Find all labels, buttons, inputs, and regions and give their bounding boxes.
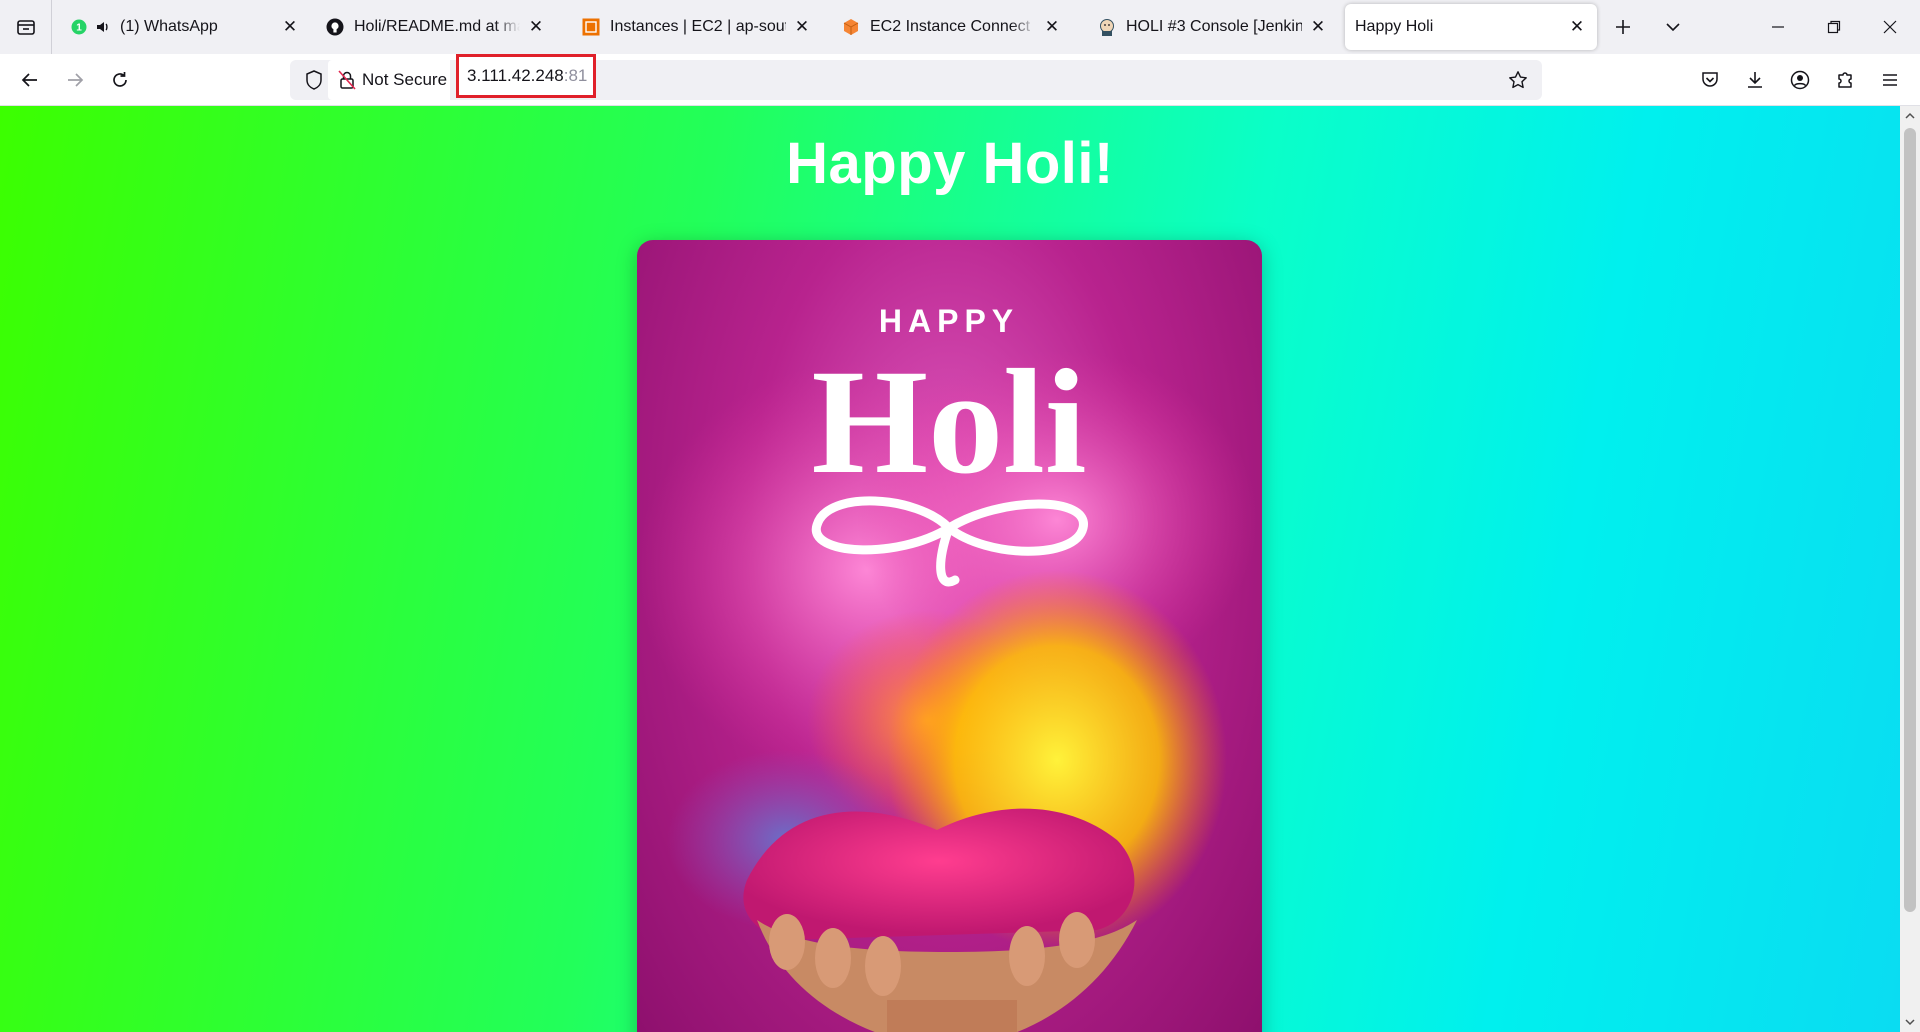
tab-title: HOLI #3 Console [Jenkins] (1126, 18, 1302, 35)
firefox-view-icon (16, 20, 35, 35)
new-tab-button[interactable] (1606, 10, 1640, 44)
app-menu-button[interactable] (1872, 62, 1908, 98)
chevron-down-icon (1666, 23, 1680, 32)
not-secure-label: Not Secure (362, 70, 448, 89)
close-tab-icon[interactable]: ✕ (1308, 17, 1328, 37)
card-happy-text: HAPPY (879, 303, 1019, 339)
page-heading: Happy Holi! (786, 131, 1114, 196)
arrow-left-icon (21, 73, 37, 87)
shield-icon (306, 70, 322, 90)
speaker-icon[interactable] (94, 18, 112, 36)
firefox-view-button[interactable] (0, 0, 52, 54)
extensions-button[interactable] (1827, 62, 1863, 98)
card-holi-text: Holi (811, 339, 1086, 505)
close-tab-icon[interactable]: ✕ (526, 17, 546, 37)
bookmark-star-button[interactable] (1502, 64, 1534, 96)
tab-jenkins-console[interactable]: HOLI #3 Console [Jenkins] ✕ (1088, 4, 1338, 50)
pocket-button[interactable] (1692, 62, 1728, 98)
tab-title: Happy Holi (1355, 18, 1434, 35)
close-icon (1883, 20, 1897, 34)
navigation-toolbar: Not Secure 3.111.42.248:81 (0, 54, 1920, 106)
scroll-up-arrow[interactable] (1900, 106, 1920, 126)
whatsapp-icon: 1 (70, 18, 88, 36)
tab-title: EC2 Instance Connect | ap-s (870, 18, 1036, 35)
tab-strip: 1 (1) WhatsApp ✕ Holi/README.md at main … (0, 0, 1920, 54)
url-port: :81 (563, 66, 588, 85)
arrow-right-icon (68, 73, 84, 87)
plus-icon (1616, 20, 1630, 34)
aws-cube-icon (842, 18, 860, 36)
vertical-scrollbar[interactable] (1900, 106, 1920, 1032)
pocket-icon (1702, 72, 1718, 87)
scroll-down-arrow[interactable] (1900, 1012, 1920, 1032)
holi-illustration: HAPPY Holi (637, 303, 1257, 1032)
tab-title: Instances | EC2 | ap-south-1 (610, 18, 786, 35)
tab-ec2-instances[interactable]: Instances | EC2 | ap-south-1 ✕ (572, 4, 822, 50)
close-tab-icon[interactable]: ✕ (1042, 17, 1062, 37)
svg-text:1: 1 (76, 23, 82, 34)
close-tab-icon[interactable]: ✕ (792, 17, 812, 37)
close-tab-icon[interactable]: ✕ (280, 17, 300, 37)
restore-icon (1827, 20, 1841, 34)
close-window-button[interactable] (1862, 0, 1918, 54)
aws-ec2-icon (582, 18, 600, 36)
tab-title: Holi/README.md at main · s (354, 18, 520, 35)
tracking-protection-button[interactable] (298, 64, 330, 96)
tab-github-readme[interactable]: Holi/README.md at main · s ✕ (316, 4, 556, 50)
account-button[interactable] (1782, 62, 1818, 98)
minimize-button[interactable] (1750, 0, 1806, 54)
github-icon (326, 18, 344, 36)
site-security-indicator[interactable]: Not Secure (328, 60, 450, 100)
account-icon (1790, 70, 1810, 90)
url-host: 3.111.42.248 (467, 66, 564, 85)
insecure-lock-icon (338, 70, 356, 90)
tab-happy-holi[interactable]: Happy Holi ✕ (1345, 4, 1597, 50)
restore-button[interactable] (1806, 0, 1862, 54)
close-tab-icon[interactable]: ✕ (1567, 17, 1587, 37)
star-icon (1509, 71, 1527, 89)
back-button[interactable] (12, 62, 48, 98)
url-bar[interactable]: Not Secure 3.111.42.248:81 (290, 54, 1542, 100)
wrist (887, 1000, 1017, 1032)
scrollbar-thumb[interactable] (1904, 128, 1916, 912)
jenkins-icon (1098, 18, 1116, 36)
puzzle-piece-icon (1838, 72, 1852, 88)
url-address-highlighted[interactable]: 3.111.42.248:81 (456, 54, 596, 98)
download-icon (1748, 72, 1762, 88)
downloads-button[interactable] (1737, 62, 1773, 98)
hamburger-menu-icon (1883, 74, 1897, 86)
reload-button[interactable] (102, 62, 138, 98)
reload-icon (113, 72, 127, 87)
tab-ec2-instance-connect[interactable]: EC2 Instance Connect | ap-s ✕ (832, 4, 1072, 50)
forward-button[interactable] (57, 62, 93, 98)
tab-title: (1) WhatsApp (120, 18, 218, 35)
minimize-icon (1772, 26, 1784, 28)
list-all-tabs-button[interactable] (1656, 10, 1690, 44)
tab-whatsapp[interactable]: 1 (1) WhatsApp ✕ (60, 4, 310, 50)
holi-greeting-image: HAPPY Holi (637, 240, 1262, 1032)
page-viewport: Happy Holi! HAPPY Holi (0, 106, 1900, 1032)
